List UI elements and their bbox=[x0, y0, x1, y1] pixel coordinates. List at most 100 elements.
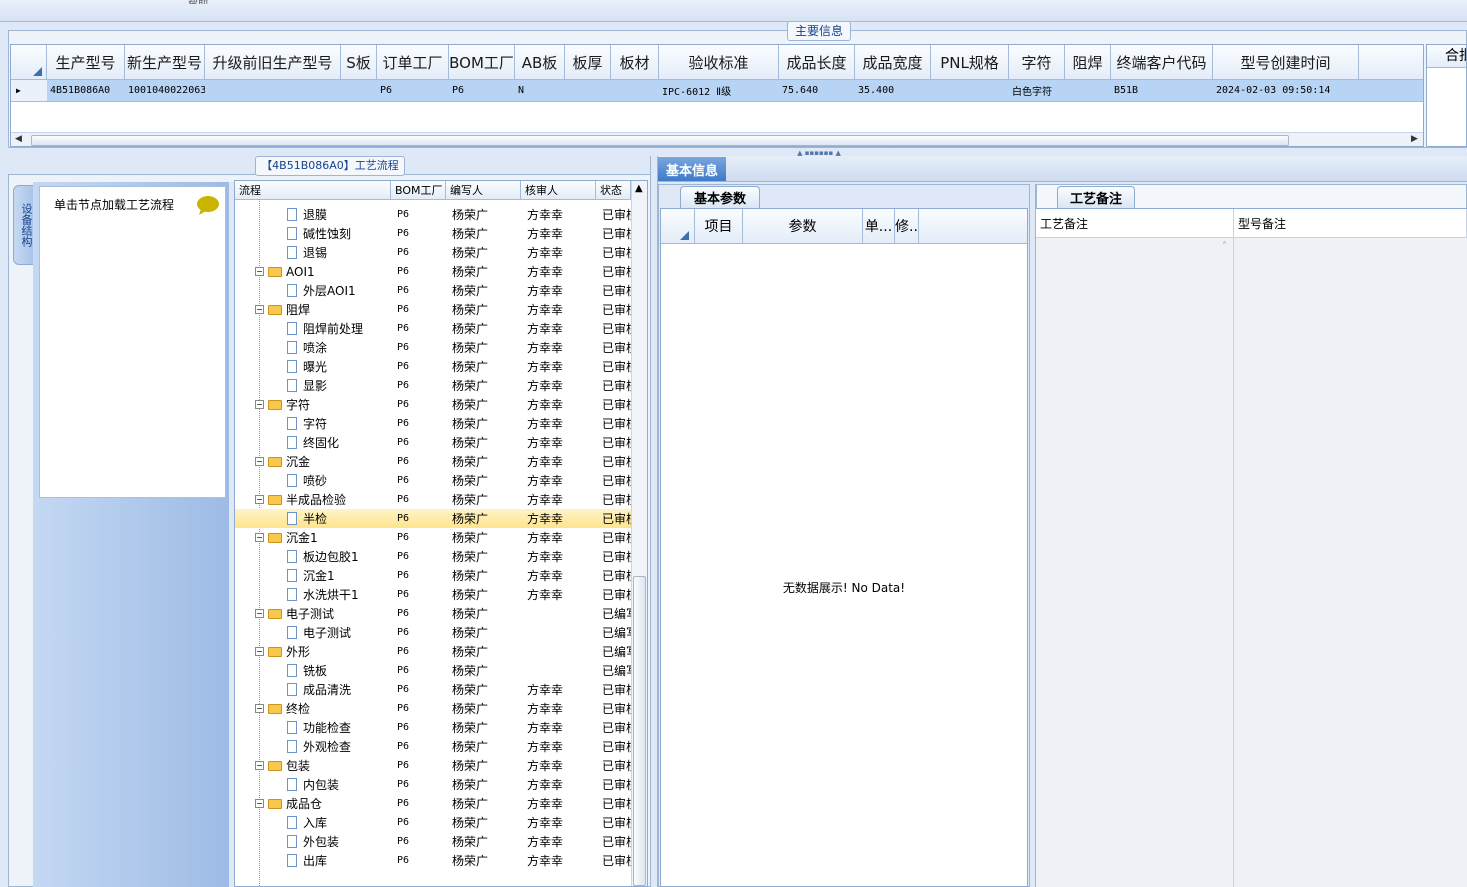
tree-node[interactable]: − 半成品检验 bbox=[255, 490, 391, 509]
tree-node[interactable]: 板边包胶1 bbox=[287, 547, 391, 566]
tree-node[interactable]: 外包装 bbox=[287, 832, 391, 851]
collapse-toggle-icon[interactable]: − bbox=[255, 609, 264, 618]
scroll-up-arrow-icon[interactable]: ˄ bbox=[1222, 241, 1227, 252]
tree-row[interactable]: 退锡 P6 杨荣广 方幸幸 已审核 bbox=[235, 243, 631, 262]
tree-node[interactable]: − 电子测试 bbox=[255, 604, 391, 623]
tree-row[interactable]: 碱性蚀刻 P6 杨荣广 方幸幸 已审核 bbox=[235, 224, 631, 243]
tree-row[interactable]: 沉金1 P6 杨荣广 方幸幸 已审核 bbox=[235, 566, 631, 585]
tree-node[interactable]: 入库 bbox=[287, 813, 391, 832]
tree-node[interactable]: − 包装 bbox=[255, 756, 391, 775]
tab-basic-info[interactable]: 基本信息 bbox=[658, 157, 726, 181]
scrollbar-thumb[interactable] bbox=[633, 576, 646, 886]
tree-node[interactable]: 功能检查 bbox=[287, 718, 391, 737]
param-column-header[interactable]: 修.. bbox=[895, 209, 919, 243]
tree-node[interactable]: 退锡 bbox=[287, 243, 391, 262]
tree-node[interactable]: 水洗烘干1 bbox=[287, 585, 391, 604]
tree-node[interactable]: 半检 bbox=[287, 509, 391, 528]
collapse-toggle-icon[interactable]: − bbox=[255, 457, 264, 466]
collapse-toggle-icon[interactable]: − bbox=[255, 267, 264, 276]
tree-node[interactable]: 曝光 bbox=[287, 357, 391, 376]
tree-node[interactable]: 出库 bbox=[287, 851, 391, 870]
tree-node[interactable]: − 成品仓 bbox=[255, 794, 391, 813]
tree-row[interactable]: − 阻焊 P6 杨荣广 方幸幸 已审核 bbox=[235, 300, 631, 319]
tree-node[interactable]: − 字符 bbox=[255, 395, 391, 414]
column-header[interactable]: AB板 bbox=[515, 45, 565, 79]
collapse-toggle-icon[interactable]: − bbox=[255, 704, 264, 713]
tree-row[interactable]: 曝光 P6 杨荣广 方幸幸 已审核 bbox=[235, 357, 631, 376]
collapse-toggle-icon[interactable]: − bbox=[255, 761, 264, 770]
tab-basic-params[interactable]: 基本参数 bbox=[680, 186, 760, 208]
collapse-toggle-icon[interactable]: − bbox=[255, 647, 264, 656]
tree-row[interactable]: 阻焊前处理 P6 杨荣广 方幸幸 已审核 bbox=[235, 319, 631, 338]
tree-row[interactable]: 外观检查 P6 杨荣广 方幸幸 已审核 bbox=[235, 737, 631, 756]
tree-node[interactable]: 显影 bbox=[287, 376, 391, 395]
tree-row[interactable]: − 电子测试 P6 杨荣广 已编写 bbox=[235, 604, 631, 623]
tree-node[interactable]: 沉金1 bbox=[287, 566, 391, 585]
tree-row[interactable]: 成品清洗 P6 杨荣广 方幸幸 已审核 bbox=[235, 680, 631, 699]
column-header[interactable]: 订单工厂 bbox=[377, 45, 449, 79]
main-vertical-splitter[interactable] bbox=[650, 156, 658, 887]
tree-row[interactable]: 入库 P6 杨荣广 方幸幸 已审核 bbox=[235, 813, 631, 832]
remarks-scrollbar[interactable]: ˄ bbox=[1221, 237, 1233, 887]
param-column-header[interactable]: 单... bbox=[863, 209, 895, 243]
tree-column-header[interactable]: 状态 bbox=[596, 181, 631, 199]
column-header[interactable]: 板厚 bbox=[565, 45, 611, 79]
tree-node[interactable]: 退膜 bbox=[287, 205, 391, 224]
table-row[interactable]: ▶ 4B51B086A0 10010400220636 P6 P6 N IPC-6012 Ⅱ… bbox=[11, 80, 1423, 102]
tree-row[interactable]: − 沉金1 P6 杨荣广 方幸幸 已审核 bbox=[235, 528, 631, 547]
collapse-toggle-icon[interactable]: − bbox=[255, 495, 264, 504]
tree-row[interactable]: − 成品仓 P6 杨荣广 方幸幸 已审核 bbox=[235, 794, 631, 813]
tree-row[interactable]: 出库 P6 杨荣广 方幸幸 已审核 bbox=[235, 851, 631, 870]
tree-row[interactable]: 电子测试 P6 杨荣广 已编写 bbox=[235, 623, 631, 642]
column-header[interactable]: 成品宽度 bbox=[855, 45, 931, 79]
speech-bubble-icon[interactable] bbox=[195, 195, 221, 217]
tree-row[interactable]: − 字符 P6 杨荣广 方幸幸 已审核 bbox=[235, 395, 631, 414]
column-header[interactable]: 新生产型号 bbox=[125, 45, 205, 79]
tree-row[interactable]: 内包装 P6 杨荣广 方幸幸 已审核 bbox=[235, 775, 631, 794]
collapse-toggle-icon[interactable]: − bbox=[255, 799, 264, 808]
tree-row[interactable]: 功能检查 P6 杨荣广 方幸幸 已审核 bbox=[235, 718, 631, 737]
tree-node[interactable]: 阻焊前处理 bbox=[287, 319, 391, 338]
collapse-toggle-icon[interactable]: − bbox=[255, 305, 264, 314]
tab-process-remarks[interactable]: 工艺备注 bbox=[1057, 186, 1135, 208]
tree-row[interactable]: − AOI1 P6 杨荣广 方幸幸 已审核 bbox=[235, 262, 631, 281]
tree-node[interactable]: − 沉金1 bbox=[255, 528, 391, 547]
column-header[interactable]: 升级前旧生产型号 bbox=[205, 45, 341, 79]
horizontal-scrollbar[interactable]: ◀ ▶ bbox=[11, 132, 1423, 146]
column-header[interactable]: 板材 bbox=[611, 45, 659, 79]
column-header[interactable]: S板 bbox=[341, 45, 377, 79]
tree-node[interactable]: 外观检查 bbox=[287, 737, 391, 756]
column-header[interactable]: 生产型号 bbox=[47, 45, 125, 79]
scrollbar-thumb[interactable] bbox=[31, 135, 1289, 146]
collapse-toggle-icon[interactable]: − bbox=[255, 533, 264, 542]
scroll-up-arrow-icon[interactable]: ▲ bbox=[635, 183, 643, 194]
menu-item-stub[interactable]: 帮助 bbox=[188, 0, 218, 4]
tree-row[interactable]: − 终检 P6 杨荣广 方幸幸 已审核 bbox=[235, 699, 631, 718]
tree-row[interactable]: − 沉金 P6 杨荣广 方幸幸 已审核 bbox=[235, 452, 631, 471]
tree-node[interactable]: 成品清洗 bbox=[287, 680, 391, 699]
tree-node[interactable]: − AOI1 bbox=[255, 262, 391, 281]
params-splitter[interactable] bbox=[1029, 184, 1036, 887]
tree-row[interactable]: − 包装 P6 杨荣广 方幸幸 已审核 bbox=[235, 756, 631, 775]
collapse-toggle-icon[interactable]: − bbox=[255, 400, 264, 409]
tree-node[interactable]: − 阻焊 bbox=[255, 300, 391, 319]
tree-node[interactable]: − 终检 bbox=[255, 699, 391, 718]
scroll-left-arrow-icon[interactable]: ◀ bbox=[15, 134, 22, 144]
tree-row[interactable]: 喷涂 P6 杨荣广 方幸幸 已审核 bbox=[235, 338, 631, 357]
column-header[interactable]: 型号创建时间 bbox=[1213, 45, 1359, 79]
column-header[interactable]: 成品长度 bbox=[779, 45, 855, 79]
tree-node[interactable]: 字符 bbox=[287, 414, 391, 433]
tree-row[interactable]: 铣板 P6 杨荣广 已编写 bbox=[235, 661, 631, 680]
column-header[interactable]: BOM工厂 bbox=[449, 45, 515, 79]
tree-column-header[interactable]: 流程 bbox=[235, 181, 391, 199]
scroll-right-arrow-icon[interactable]: ▶ bbox=[1411, 134, 1418, 144]
tree-row[interactable]: 退膜 P6 杨荣广 方幸幸 已审核 bbox=[235, 205, 631, 224]
tree-row[interactable]: 板边包胶1 P6 杨荣广 方幸幸 已审核 bbox=[235, 547, 631, 566]
tree-node[interactable]: 喷砂 bbox=[287, 471, 391, 490]
tree-node[interactable]: 外层AOI1 bbox=[287, 281, 391, 300]
tab-equipment-structure[interactable]: 设备结构 bbox=[13, 185, 35, 265]
tree-column-header[interactable]: 核审人 bbox=[521, 181, 596, 199]
tree-node[interactable]: − 外形 bbox=[255, 642, 391, 661]
tree-column-header[interactable]: BOM工厂 bbox=[391, 181, 446, 199]
tree-row[interactable]: 水洗烘干1 P6 杨荣广 方幸幸 已审核 bbox=[235, 585, 631, 604]
